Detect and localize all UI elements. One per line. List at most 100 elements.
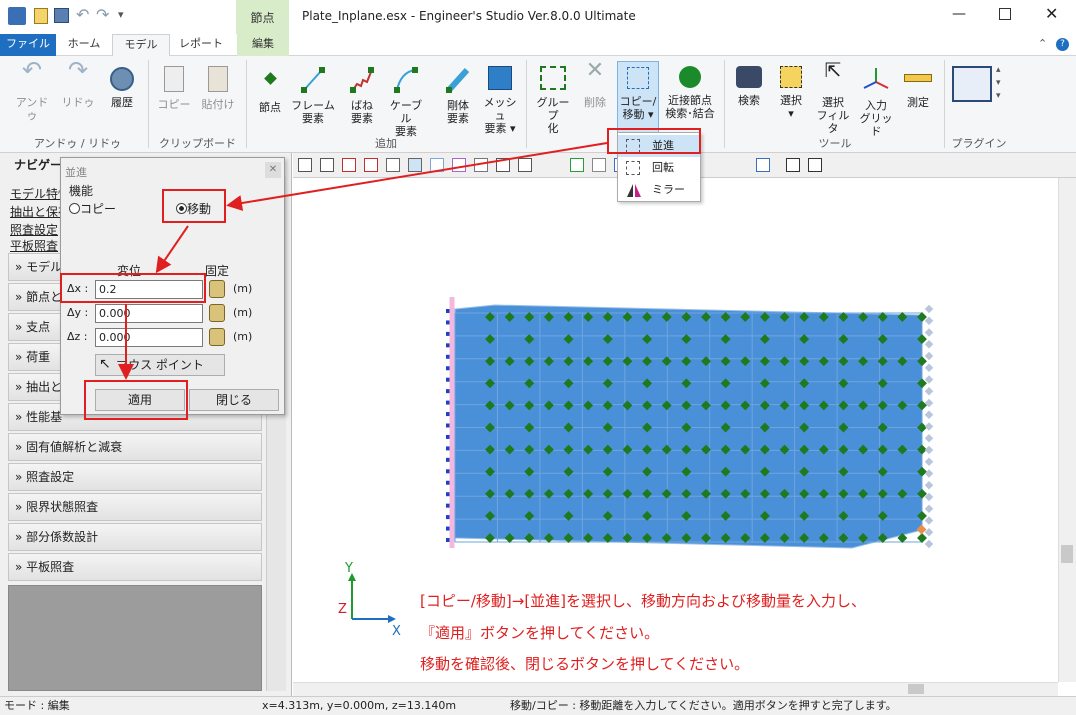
plugin-scroll-icon[interactable]: ▴ ▾ ▾	[996, 64, 1001, 103]
view-tool-icon[interactable]	[342, 158, 356, 172]
new-file-icon[interactable]	[34, 8, 48, 24]
undo-quick-icon[interactable]: ↶	[76, 5, 89, 24]
nav-section-eigen[interactable]: » 固有値解析と減衰	[8, 433, 262, 461]
apply-button[interactable]: 適用	[95, 389, 185, 411]
app-icon[interactable]	[8, 7, 26, 25]
tools-group-label: ツール	[818, 137, 852, 150]
instruction-line-2: 『適用』ボタンを押してください。	[420, 624, 660, 642]
dy-lock-icon[interactable]	[209, 304, 225, 322]
undo-button[interactable]: ↶ アンドゥ	[14, 56, 50, 122]
dz-lock-icon[interactable]	[209, 328, 225, 346]
copy-radio[interactable]: コピー	[69, 200, 116, 217]
measure-button[interactable]: 測定	[900, 64, 936, 109]
viewport-horizontal-scrollbar[interactable]	[293, 682, 1058, 696]
minimize-icon[interactable]: —	[952, 6, 966, 22]
input-grid-button[interactable]: 入力 グリッド	[856, 64, 896, 138]
nav-section-plate-check[interactable]: » 平板照査	[8, 553, 262, 581]
help-icon[interactable]: ?	[1056, 38, 1069, 51]
undo-group-label: アンドゥ / リドゥ	[33, 137, 122, 150]
menu-item-translate[interactable]: 並進	[618, 135, 700, 157]
near-node-button[interactable]: 近接節点 検索･結合	[662, 64, 718, 120]
view-tool-icon[interactable]	[808, 158, 822, 172]
nav-section-limit-state[interactable]: » 限界状態照査	[8, 493, 262, 521]
dz-input[interactable]: 0.000	[95, 328, 203, 347]
view-tool-icon[interactable]	[320, 158, 334, 172]
displacement-header: 変位	[117, 264, 142, 278]
delete-button[interactable]: ✕ 削除	[580, 58, 610, 110]
viewport-hscroll-thumb[interactable]	[908, 684, 924, 694]
add-spring-button[interactable]: ばね 要素	[341, 64, 383, 125]
view-tool-icon[interactable]	[430, 158, 444, 172]
copy-move-button[interactable]: コピー/移動 ▾	[617, 61, 659, 133]
dialog-close-icon[interactable]: ✕	[265, 162, 281, 178]
paste-button[interactable]: 貼付け	[198, 64, 238, 111]
view-tool-icon[interactable]	[756, 158, 770, 172]
instruction-line-3: 移動を確認後、閉じるボタンを押してください。	[420, 655, 750, 673]
ribbon-collapse-icon[interactable]: ⌃	[1038, 37, 1047, 50]
support-marker	[924, 340, 934, 349]
view-tool-icon[interactable]	[364, 158, 378, 172]
view-tool-icon[interactable]	[786, 158, 800, 172]
grouping-button[interactable]: グループ化	[532, 64, 574, 135]
paste-icon	[208, 66, 228, 92]
view-tool-icon[interactable]	[298, 158, 312, 172]
move-radio[interactable]: 移動	[176, 200, 211, 217]
menu-item-rotate[interactable]: 回転	[618, 157, 700, 179]
search-button[interactable]: 検索	[732, 64, 766, 107]
add-mesh-button[interactable]: メッシュ 要素 ▾	[480, 64, 520, 135]
view-tool-icon[interactable]	[386, 158, 400, 172]
view-tool-icon[interactable]	[518, 158, 532, 172]
history-button[interactable]: 履歴	[104, 64, 140, 109]
plugin-button[interactable]	[952, 66, 992, 102]
save-icon[interactable]	[54, 8, 69, 23]
view-tool-icon[interactable]	[592, 158, 606, 172]
navigator-link-check-settings[interactable]: 照査設定	[10, 221, 58, 238]
viewport-scroll-thumb[interactable]	[1061, 545, 1073, 563]
select-filter-button[interactable]: ⇱ 選択 フィルタ	[812, 60, 854, 135]
close-button[interactable]: 閉じる	[189, 389, 279, 411]
tab-edit[interactable]: 編集	[237, 34, 289, 56]
delete-icon: ✕	[585, 58, 605, 83]
tab-report[interactable]: レポート	[172, 34, 230, 56]
history-icon	[110, 67, 134, 91]
spring-element-icon	[350, 67, 374, 93]
view-tool-icon[interactable]	[570, 158, 584, 172]
support-marker	[924, 304, 934, 314]
copy-button[interactable]: コピー	[156, 64, 192, 111]
mouse-point-button[interactable]: マウス ポイント	[95, 354, 225, 376]
mouse-cursor-icon: ↖	[99, 356, 111, 372]
viewport-vertical-scrollbar[interactable]	[1058, 178, 1076, 682]
view-tool-icon[interactable]	[496, 158, 510, 172]
menu-item-mirror[interactable]: ミラー	[618, 179, 700, 201]
nav-section-partial-factor[interactable]: » 部分係数設計	[8, 523, 262, 551]
add-cable-button[interactable]: ケーブル 要素	[385, 64, 427, 138]
context-tab-label: 節点	[250, 11, 275, 25]
redo-button[interactable]: ↷ リドゥ	[60, 56, 96, 109]
navigator-link-plate-check[interactable]: 平板照査	[10, 237, 58, 254]
view-tool-icon[interactable]	[474, 158, 488, 172]
support-marker	[924, 351, 934, 361]
redo-quick-icon[interactable]: ↷	[96, 5, 109, 24]
dy-input[interactable]: 0.000	[95, 304, 203, 323]
dx-label: Δx :	[67, 282, 89, 295]
undo-icon: ↶	[21, 56, 43, 84]
dx-lock-icon[interactable]	[209, 280, 225, 298]
maximize-icon[interactable]	[999, 8, 1011, 20]
tab-model[interactable]: モデル	[112, 34, 170, 57]
copy-move-icon	[627, 67, 649, 89]
add-node-button[interactable]: 節点	[254, 64, 286, 114]
nav-section-check-settings[interactable]: » 照査設定	[8, 463, 262, 491]
close-icon[interactable]: ✕	[1045, 4, 1058, 23]
tab-home[interactable]: ホーム	[58, 34, 110, 56]
quick-access-dropdown-icon[interactable]: ▾	[118, 8, 124, 21]
add-rigid-button[interactable]: 剛体 要素	[438, 64, 478, 125]
view-tool-icon[interactable]	[452, 158, 466, 172]
view-tool-icon[interactable]	[408, 158, 422, 172]
select-button[interactable]: 選択 ▾	[774, 64, 808, 120]
tab-file[interactable]: ファイル	[0, 34, 56, 56]
add-frame-button[interactable]: フレーム 要素	[291, 64, 335, 125]
dx-input[interactable]: 0.2	[95, 280, 203, 299]
redo-icon: ↷	[67, 56, 89, 84]
binoculars-icon	[736, 66, 762, 88]
translate-icon	[626, 139, 640, 153]
